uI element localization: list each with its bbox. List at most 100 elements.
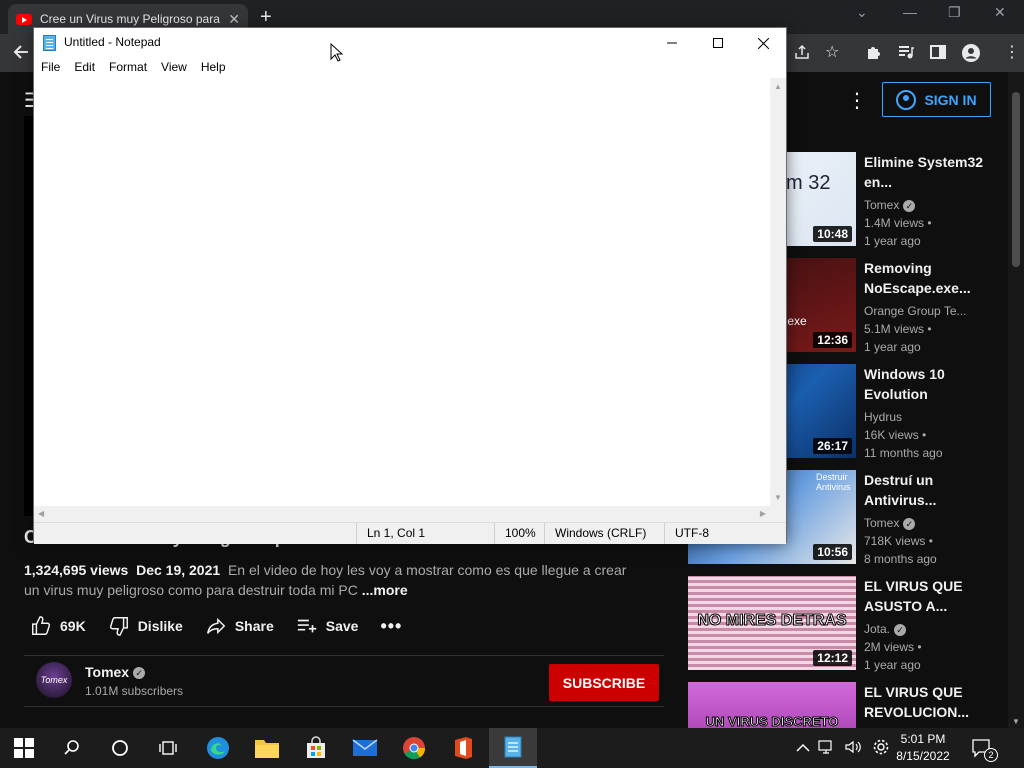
- channel-name-text: Tomex: [85, 664, 130, 680]
- maximize-icon: [713, 38, 723, 48]
- taskbar-chrome[interactable]: [390, 728, 438, 768]
- dislike-button[interactable]: Dislike: [108, 615, 183, 637]
- related-video[interactable]: NO MIRES DETRAS 12:12 EL VIRUS QUE ASUST…: [688, 576, 988, 672]
- office-icon: [455, 737, 472, 759]
- related-meta: Hydrus 16K views • 11 months ago: [864, 408, 943, 462]
- taskbar-mail[interactable]: [341, 728, 389, 768]
- show-more-link[interactable]: ...more: [362, 582, 408, 598]
- video-description[interactable]: 1,324,695 views Dec 19, 2021 En el video…: [24, 560, 644, 600]
- page-scrollbar-thumb[interactable]: [1012, 92, 1020, 267]
- share-icon[interactable]: [793, 43, 811, 67]
- taskbar-clock[interactable]: 5:01 PM 8/15/2022: [893, 731, 953, 765]
- like-button[interactable]: 69K: [30, 615, 86, 637]
- notepad-status-bar: Ln 1, Col 1 100% Windows (CRLF) UTF-8: [34, 522, 786, 544]
- settings-dots-icon[interactable]: ⋮: [847, 88, 867, 113]
- search-icon: [64, 740, 79, 755]
- side-panel-icon[interactable]: [929, 43, 947, 67]
- browser-restore-icon[interactable]: ❐: [948, 4, 961, 21]
- browser-close-icon[interactable]: ✕: [994, 4, 1006, 21]
- scroll-right-arrow-icon[interactable]: ▶: [760, 509, 766, 518]
- notepad-vertical-scrollbar[interactable]: ▲ ▼: [770, 78, 786, 506]
- search-button[interactable]: [48, 728, 96, 768]
- scroll-down-arrow-icon[interactable]: ▼: [1012, 717, 1020, 726]
- screen: { "browser": { "tab_title": "Cree un Vir…: [0, 0, 1024, 768]
- task-view-icon: [159, 741, 177, 755]
- task-view-button[interactable]: [144, 728, 192, 768]
- status-encoding: UTF-8: [664, 523, 786, 544]
- system-tray: [796, 728, 890, 768]
- status-line-ending: Windows (CRLF): [544, 523, 664, 544]
- related-views: 718K views •: [864, 534, 933, 548]
- notepad-maximize-button[interactable]: [695, 28, 741, 58]
- new-tab-button[interactable]: +: [260, 6, 272, 29]
- tab-search-chevron-icon[interactable]: ⌄: [856, 4, 868, 21]
- related-meta: Orange Group Te... 5.1M views • 1 year a…: [864, 302, 967, 356]
- bookmark-star-icon[interactable]: ☆: [825, 43, 839, 63]
- settings-gear-icon[interactable]: [872, 738, 890, 759]
- cortana-button[interactable]: [96, 728, 144, 768]
- clock-time: 5:01 PM: [900, 732, 946, 746]
- notepad-title-bar[interactable]: Untitled - Notepad: [34, 28, 786, 58]
- media-queue-icon[interactable]: [897, 43, 915, 67]
- channel-row: Tomex Tomex ✓ 1.01M subscribers SUBSCRIBE: [24, 655, 664, 707]
- browser-menu-dots-icon[interactable]: ⋮: [1004, 43, 1020, 63]
- taskbar-file-explorer[interactable]: [243, 728, 291, 768]
- profile-avatar-icon[interactable]: [961, 43, 981, 69]
- video-duration: 10:56: [813, 544, 852, 560]
- action-center-button[interactable]: 2: [958, 728, 1006, 768]
- browser-minimize-icon[interactable]: —: [903, 4, 917, 20]
- video-duration: 12:12: [813, 650, 852, 666]
- taskbar-store[interactable]: [292, 728, 340, 768]
- menu-file[interactable]: File: [34, 58, 67, 78]
- verified-check-icon: ✓: [133, 667, 146, 680]
- scroll-left-arrow-icon[interactable]: ◀: [38, 509, 44, 518]
- chrome-browser-icon: [403, 737, 426, 760]
- share-label: Share: [234, 618, 274, 634]
- verified-check-icon: ✓: [903, 199, 916, 212]
- notepad-app-icon: [43, 35, 56, 51]
- notepad-close-button[interactable]: [740, 28, 786, 58]
- taskbar-edge[interactable]: [194, 728, 242, 768]
- tab-close-icon[interactable]: ✕: [228, 11, 240, 28]
- menu-view[interactable]: View: [154, 58, 194, 78]
- subscriber-count: 1.01M subscribers: [85, 684, 184, 698]
- subscribe-button[interactable]: SUBSCRIBE: [549, 664, 659, 701]
- taskbar-notepad-active[interactable]: [489, 728, 537, 768]
- volume-icon[interactable]: [844, 739, 862, 758]
- notepad-horizontal-scrollbar[interactable]: ◀ ▶: [34, 506, 770, 522]
- related-title: Windows 10 Evolution: [864, 366, 945, 402]
- save-button[interactable]: Save: [296, 615, 359, 637]
- related-title: Elimine System32 en...: [864, 154, 984, 190]
- verified-check-icon: ✓: [903, 517, 916, 530]
- sign-in-button[interactable]: SIGN IN: [882, 82, 991, 117]
- network-icon[interactable]: [818, 739, 836, 758]
- menu-edit[interactable]: Edit: [67, 58, 102, 78]
- taskbar-office[interactable]: [439, 728, 487, 768]
- windows-taskbar: 5:01 PM 8/15/2022 2: [0, 728, 1024, 768]
- sign-in-label: SIGN IN: [924, 91, 977, 108]
- like-count: 69K: [60, 618, 86, 634]
- channel-name[interactable]: Tomex ✓: [85, 664, 146, 680]
- menu-help[interactable]: Help: [194, 58, 233, 78]
- cortana-circle-icon: [112, 740, 128, 756]
- back-arrow-icon[interactable]: [12, 43, 30, 67]
- video-thumbnail[interactable]: NO MIRES DETRAS 12:12: [688, 576, 856, 670]
- channel-avatar[interactable]: Tomex: [36, 662, 72, 698]
- scroll-down-arrow-icon[interactable]: ▼: [774, 493, 782, 502]
- share-button[interactable]: Share: [205, 615, 274, 637]
- save-label: Save: [325, 618, 359, 634]
- related-views: 5.1M views •: [864, 322, 932, 336]
- show-hidden-icons-chevron-icon[interactable]: [796, 740, 810, 756]
- more-horizontal-icon: •••: [380, 615, 403, 636]
- more-actions-button[interactable]: •••: [380, 616, 402, 637]
- thumbnail-text: .exe: [784, 314, 807, 328]
- store-bag-icon: [307, 736, 325, 758]
- notepad-minimize-button[interactable]: [649, 28, 695, 58]
- extensions-puzzle-icon[interactable]: [865, 43, 883, 67]
- start-button[interactable]: [0, 728, 48, 768]
- page-scrollbar[interactable]: ▼: [1008, 72, 1024, 728]
- menu-format[interactable]: Format: [102, 58, 154, 78]
- related-age: 1 year ago: [864, 658, 921, 672]
- notepad-text-area[interactable]: [34, 78, 770, 506]
- scroll-up-arrow-icon[interactable]: ▲: [774, 82, 782, 91]
